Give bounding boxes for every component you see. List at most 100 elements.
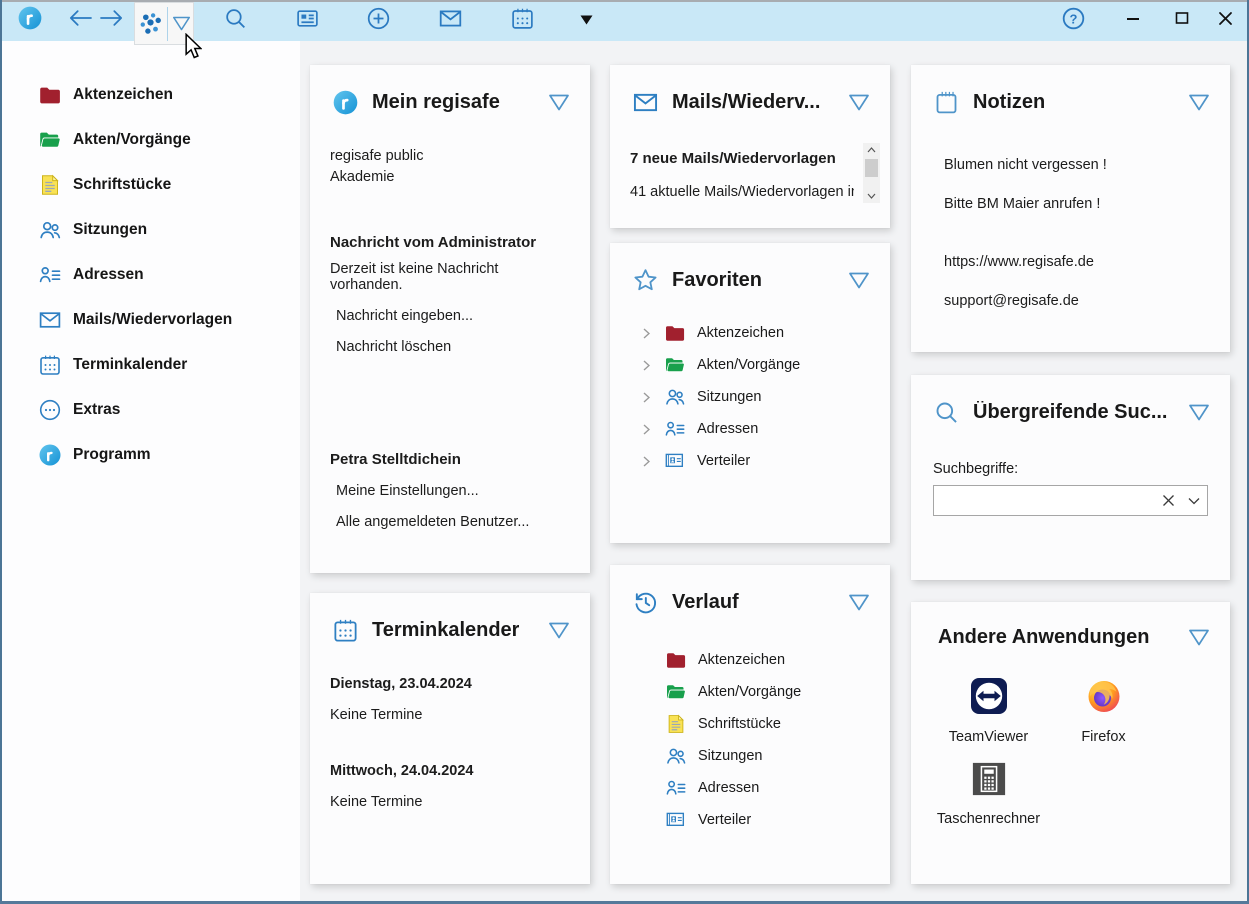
history-item-verteiler[interactable]: Verteiler <box>610 804 890 836</box>
sidebar-item-label: Programm <box>73 446 151 464</box>
chevron-right-icon[interactable] <box>643 392 655 403</box>
regisafe-logo-icon <box>38 443 62 467</box>
note-item-url: https://www.regisafe.de <box>944 253 1208 272</box>
calculator-icon <box>971 761 1007 802</box>
sidebar-item-label: Sitzungen <box>73 221 147 239</box>
app-shortcut-teamviewer[interactable]: TeamViewer <box>931 677 1046 745</box>
new-item-button[interactable] <box>356 0 400 41</box>
card-title: Favoriten <box>672 269 762 292</box>
home-dropdown-button[interactable] <box>169 15 193 32</box>
chevron-right-icon[interactable] <box>643 456 655 467</box>
note-item-email: support@regisafe.de <box>944 292 1208 311</box>
tree-item-label: Sitzungen <box>698 748 763 764</box>
folder-red-icon <box>38 83 62 107</box>
history-item-aktenzeichen[interactable]: Aktenzeichen <box>610 644 890 676</box>
card-dropdown-button[interactable] <box>848 271 870 290</box>
logged-in-users-link[interactable]: Alle angemeldeten Benutzer... <box>336 514 570 530</box>
card-dropdown-button[interactable] <box>848 593 870 612</box>
scroll-down-icon[interactable] <box>863 189 880 203</box>
chevron-right-icon[interactable] <box>643 360 655 371</box>
history-item-adressen[interactable]: Adressen <box>610 772 890 804</box>
favorite-item-verteiler[interactable]: Verteiler <box>610 445 890 477</box>
minimize-button[interactable] <box>1111 0 1155 41</box>
close-button[interactable] <box>1205 0 1245 41</box>
sidebar-item-sitzungen[interactable]: Sitzungen <box>0 207 300 252</box>
back-arrow-icon <box>65 7 95 34</box>
contact-icon <box>664 418 686 440</box>
plus-circle-icon <box>366 6 391 36</box>
history-item-akten-vorgaenge[interactable]: Akten/Vorgänge <box>610 676 890 708</box>
favorite-item-adressen[interactable]: Adressen <box>610 413 890 445</box>
maximize-icon <box>1175 11 1189 30</box>
document-yellow-icon <box>665 713 687 735</box>
favorite-item-aktenzeichen[interactable]: Aktenzeichen <box>610 317 890 349</box>
history-item-sitzungen[interactable]: Sitzungen <box>610 740 890 772</box>
new-mails-link[interactable]: 7 neue Mails/Wiedervorlagen <box>630 150 854 167</box>
account-line: regisafe public <box>330 146 570 167</box>
search-terms-input[interactable] <box>934 486 1155 515</box>
scrollbar-thumb[interactable] <box>865 159 878 177</box>
card-title: Andere Anwendungen <box>938 626 1149 649</box>
favorite-item-sitzungen[interactable]: Sitzungen <box>610 381 890 413</box>
sidebar-item-mails-wiedervorlagen[interactable]: Mails/Wiedervorlagen <box>0 297 300 342</box>
sidebar-item-terminkalender[interactable]: Terminkalender <box>0 342 300 387</box>
card-mein-regisafe: Mein regisafe regisafe public Akademie N… <box>310 65 590 573</box>
window-border-left <box>0 0 2 904</box>
note-item: Blumen nicht vergessen ! <box>944 156 1208 175</box>
search-button[interactable] <box>213 0 257 41</box>
teamviewer-icon <box>970 677 1008 720</box>
card-dropdown-button[interactable] <box>848 93 870 112</box>
sidebar-item-akten-vorgaenge[interactable]: Akten/Vorgänge <box>0 117 300 162</box>
sidebar-item-programm[interactable]: Programm <box>0 432 300 477</box>
sidebar-item-schriftstuecke[interactable]: Schriftstücke <box>0 162 300 207</box>
tree-item-label: Verteiler <box>697 453 750 469</box>
news-button[interactable] <box>285 0 329 41</box>
app-logo-button[interactable] <box>8 0 52 41</box>
card-title: Terminkalender <box>372 619 519 642</box>
sidebar-item-adressen[interactable]: Adressen <box>0 252 300 297</box>
history-item-schriftstuecke[interactable]: Schriftstücke <box>610 708 890 740</box>
card-dropdown-button[interactable] <box>1188 93 1210 112</box>
card-mails-wiedervorlagen: Mails/Wiederv... 7 neue Mails/Wiedervorl… <box>610 65 890 228</box>
scrollbar-vertical[interactable] <box>863 143 880 203</box>
card-dropdown-button[interactable] <box>548 621 570 640</box>
sidebar-item-aktenzeichen[interactable]: Aktenzeichen <box>0 72 300 117</box>
card-favoriten: Favoriten Aktenzeichen Akten/Vorgänge Si… <box>610 243 890 543</box>
card-dropdown-button[interactable] <box>1188 403 1210 422</box>
tree-item-label: Aktenzeichen <box>698 652 785 668</box>
sidebar-item-extras[interactable]: Extras <box>0 387 300 432</box>
sidebar-item-label: Adressen <box>73 266 144 284</box>
app-shortcut-taschenrechner[interactable]: Taschenrechner <box>931 761 1046 827</box>
chevron-right-icon[interactable] <box>643 328 655 339</box>
current-mails-link[interactable]: 41 aktuelle Mails/Wiedervorlagen in <box>630 184 854 200</box>
card-title: Mails/Wiederv... <box>672 91 820 114</box>
app-label: TeamViewer <box>949 729 1029 745</box>
card-verlauf: Verlauf Aktenzeichen Akten/Vorgänge Schr… <box>610 565 890 884</box>
chevron-right-icon[interactable] <box>643 424 655 435</box>
tree-item-label: Aktenzeichen <box>697 325 784 341</box>
my-settings-link[interactable]: Meine Einstellungen... <box>336 483 570 499</box>
distribution-card-icon <box>665 809 687 831</box>
card-dropdown-button[interactable] <box>548 93 570 112</box>
maximize-button[interactable] <box>1160 0 1204 41</box>
more-dropdown-button[interactable] <box>572 0 600 41</box>
app-shortcut-firefox[interactable]: Firefox <box>1046 677 1161 745</box>
svg-text:?: ? <box>1069 11 1077 26</box>
forward-button[interactable] <box>92 0 132 41</box>
mail-button[interactable] <box>428 0 472 41</box>
card-dropdown-button[interactable] <box>1188 628 1210 647</box>
contact-icon <box>38 263 62 287</box>
card-uebergreifende-suche: Übergreifende Suc... Suchbegriffe: <box>911 375 1230 580</box>
clear-input-button[interactable] <box>1155 486 1181 515</box>
people-icon <box>665 745 687 767</box>
favorite-item-akten-vorgaenge[interactable]: Akten/Vorgänge <box>610 349 890 381</box>
folder-red-icon <box>664 322 686 344</box>
help-button[interactable]: ? <box>1051 0 1095 41</box>
calendar-day-heading: Dienstag, 23.04.2024 <box>330 676 570 692</box>
delete-message-link[interactable]: Nachricht löschen <box>336 339 570 355</box>
scroll-up-icon[interactable] <box>863 143 880 157</box>
combobox-dropdown-button[interactable] <box>1181 486 1207 515</box>
enter-message-link[interactable]: Nachricht eingeben... <box>336 308 570 324</box>
calendar-button[interactable] <box>500 0 544 41</box>
tree-item-label: Adressen <box>698 780 759 796</box>
